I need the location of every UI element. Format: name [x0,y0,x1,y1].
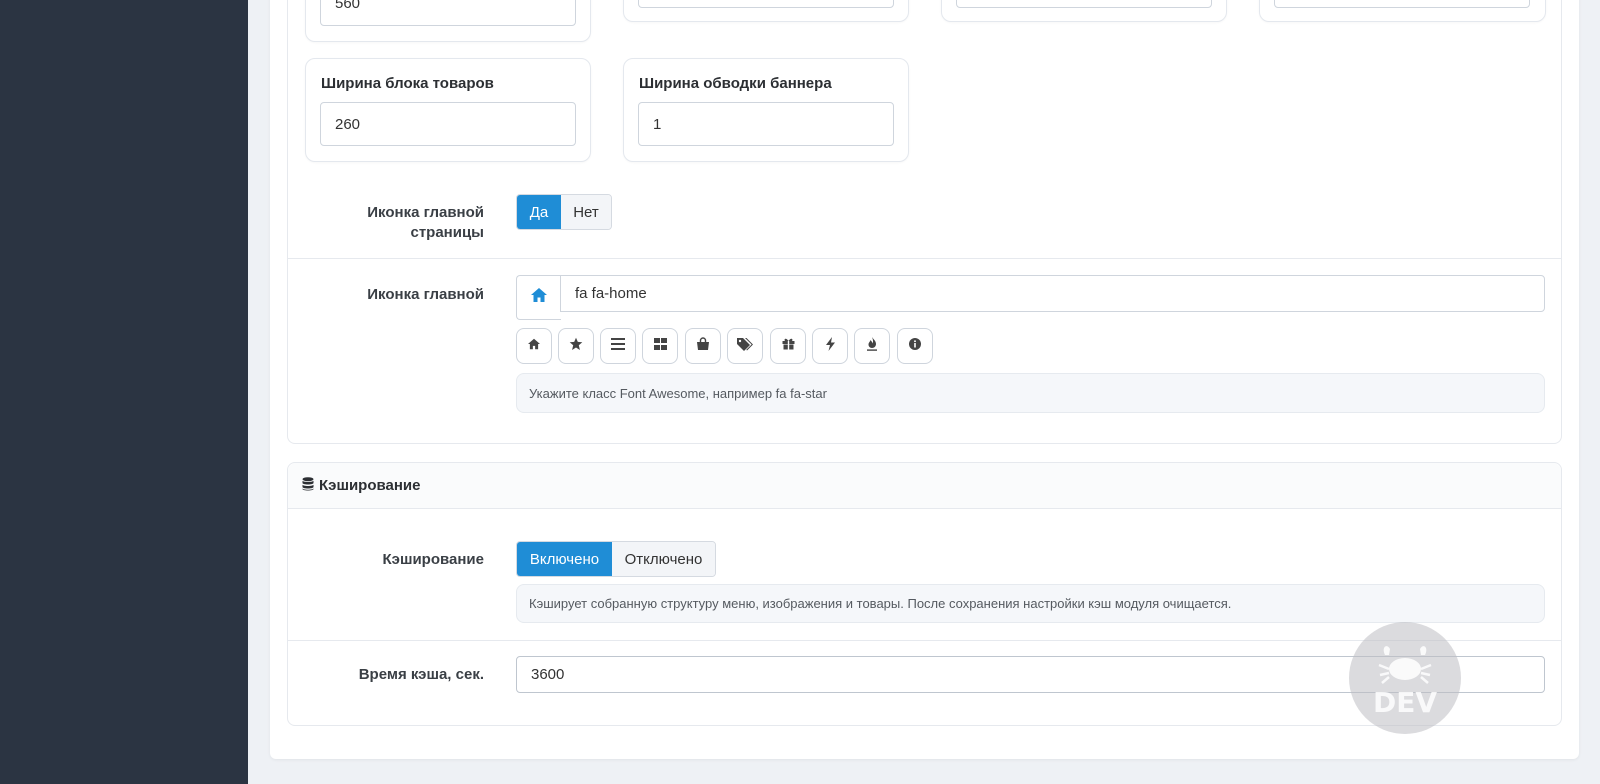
quick-icon-star[interactable] [558,328,594,364]
caching-enabled-button[interactable]: Включено [517,542,612,576]
caching-hint: Кэширует собранную структуру меню, изобр… [516,584,1545,623]
sidebar [0,0,248,784]
setting-value-input[interactable]: 560 [320,0,576,26]
fire-icon [866,336,878,356]
setting-value-input[interactable] [956,0,1212,8]
setting-card: 560 [305,0,591,42]
home-icon-no-button[interactable]: Нет [561,195,611,229]
cache-ttl-label: Время кэша, сек. [358,666,484,683]
banner-border-width-card: Ширина обводки баннера 1 [623,58,909,162]
setting-card [623,0,909,22]
home-icon [527,337,541,355]
caching-section-header: Кэширование [288,463,1561,509]
quick-icon-grid[interactable] [642,328,678,364]
banner-border-width-value: 1 [653,115,662,133]
setting-value: 560 [335,0,361,12]
quick-icon-info[interactable] [897,328,933,364]
home-icon-class-label: Иконка главной [367,286,484,303]
quick-icon-home[interactable] [516,328,552,364]
tags-icon [737,337,753,356]
setting-value-input[interactable] [638,0,894,8]
watermark-text: DEV [1372,685,1438,719]
home-icon-yes-button[interactable]: Да [517,195,561,229]
database-icon [302,476,314,495]
bolt-icon [825,336,835,356]
quick-icon-shopping-bag[interactable] [685,328,721,364]
caching-toggle-label: Кэширование [382,551,484,568]
caching-toggle: Включено Отключено [516,541,716,577]
product-block-width-value: 260 [335,115,361,133]
setting-card [1259,0,1546,22]
home-icon-toggle-label: Иконка главной страницы [367,204,484,241]
cache-ttl-value: 3600 [531,666,565,683]
icon-class-value: fa fa-home [575,285,647,302]
setting-card [941,0,1227,22]
divider [288,258,1561,259]
product-block-width-label: Ширина блока товаров [321,75,494,92]
quick-icon-bars[interactable] [600,328,636,364]
quick-icon-bolt[interactable] [812,328,848,364]
banner-border-width-input[interactable]: 1 [638,102,894,146]
gift-icon [782,337,795,355]
star-icon [569,337,583,356]
caching-section-title: Кэширование [319,477,421,494]
bars-icon [611,337,625,355]
icon-class-hint: Укажите класс Font Awesome, например fa … [516,373,1545,413]
crab-icon [1377,641,1433,690]
quick-icon-fire[interactable] [854,328,890,364]
icon-preview-addon [516,275,561,320]
shopping-bag-icon [696,336,710,356]
grid-icon [653,337,667,355]
setting-value-input[interactable] [1274,0,1530,8]
banner-border-width-label: Ширина обводки баннера [639,75,832,92]
quick-icon-gift[interactable] [770,328,806,364]
info-icon [909,337,921,355]
product-block-width-input[interactable]: 260 [320,102,576,146]
dev-watermark: DEV [1349,622,1461,734]
caching-disabled-button[interactable]: Отключено [612,542,715,576]
home-icon-toggle: Да Нет [516,194,612,230]
product-block-width-card: Ширина блока товаров 260 [305,58,591,162]
quick-icon-tags[interactable] [727,328,763,364]
icon-class-input[interactable]: fa fa-home [560,275,1545,312]
home-icon [530,287,548,308]
